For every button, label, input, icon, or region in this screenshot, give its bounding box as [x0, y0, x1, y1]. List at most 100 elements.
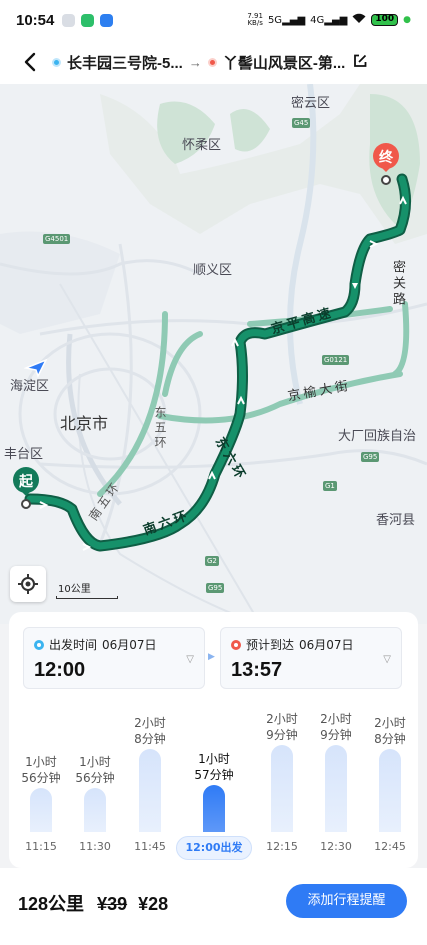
departure-slot[interactable]: 1小时 57分钟 12:00出发: [174, 751, 254, 862]
map-label-huairou: 怀柔区: [182, 138, 222, 153]
slot-duration-bar: [325, 745, 347, 832]
map-scale-bar: [56, 596, 118, 599]
map-label-shunyi: 顺义区: [193, 263, 233, 278]
depart-label: 出发时间: [49, 638, 98, 652]
end-marker[interactable]: 终: [371, 142, 401, 188]
destination-name: 丫髻山风景区-第...: [222, 54, 346, 72]
status-time: 10:54: [16, 11, 55, 29]
slot-duration-minutes: 56分钟: [21, 771, 61, 786]
slot-duration-hours: 2小时: [374, 715, 406, 730]
slot-time: 12:00出发: [174, 832, 254, 862]
slot-time: 12:15: [266, 840, 298, 853]
arrive-time: 13:57: [231, 659, 283, 681]
arrow-right-icon: ▶: [208, 652, 215, 662]
slot-duration-minutes: 9分钟: [320, 728, 352, 743]
arrive-dot-icon: [231, 639, 241, 650]
slot-duration-bar: [139, 748, 161, 832]
arrive-label-row: 预计到达 06月07日: [231, 636, 391, 653]
charging-icon: ●: [403, 15, 411, 25]
origin-dot-icon: [52, 57, 61, 67]
departure-slots: 1小时 56分钟 11:15 1小时 56分钟 11:30 2小时 8分钟 11:45 1小时 57…: [9, 702, 418, 923]
slot-duration-hours: 2小时: [320, 712, 352, 727]
slot-time: 11:45: [134, 840, 166, 853]
slot-duration-minutes: 56分钟: [75, 771, 115, 786]
depart-label-row: 出发时间 06月07日: [34, 636, 194, 653]
road-badge-g95-south: G95: [206, 583, 225, 593]
slot-duration-hours: 2小时: [266, 712, 298, 727]
destination-dot-icon: [207, 57, 217, 67]
network-speed: 7.91 KB/s: [247, 12, 263, 27]
app-notification-icon: [100, 13, 114, 27]
signal-5g-icon: 5G▂▄▆: [267, 14, 306, 26]
origin-name: 长丰园三号院-5...: [67, 54, 183, 72]
map-label-fengtai: 丰台区: [4, 447, 44, 462]
slot-time: 12:45: [374, 840, 406, 853]
depart-date: 06月07日: [102, 638, 157, 652]
edit-icon[interactable]: [353, 53, 367, 72]
departure-slot[interactable]: 1小时 56分钟 11:30: [70, 754, 120, 862]
crosshair-icon: [18, 574, 38, 594]
map-scale-label: 10公里: [58, 584, 91, 595]
road-badge-g45: G45: [292, 118, 311, 128]
add-trip-reminder-button[interactable]: 添加行程提醒: [286, 884, 407, 918]
toll-price: ¥28: [138, 894, 169, 914]
departure-slot[interactable]: 2小时 8分钟 11:45: [125, 715, 175, 862]
road-badge-g4501: G4501: [43, 234, 71, 244]
slot-duration-minutes: 9分钟: [266, 728, 298, 743]
notification-icons: [62, 13, 114, 27]
status-bar: 10:54 7.91 KB/s 5G▂▄▆ 4G▂▄▆ 100 ●: [0, 0, 427, 40]
slot-duration-bar: [379, 748, 401, 832]
arrive-label: 预计到达: [246, 638, 295, 652]
slot-duration-hours: 1小时: [198, 751, 230, 766]
depart-dot-icon: [34, 639, 44, 650]
arrow-right-icon: →: [188, 54, 202, 70]
start-marker-label: 起: [19, 474, 33, 490]
arrive-date: 06月07日: [299, 638, 354, 652]
slot-duration-hours: 1小时: [25, 755, 57, 770]
road-badge-g1: G1: [323, 481, 337, 491]
slot-time: 11:30: [79, 840, 111, 853]
original-toll-price: ¥39: [97, 894, 128, 914]
locate-button[interactable]: [10, 566, 46, 602]
time-panel: 出发时间 06月07日 12:00 ▽ ▶ 预计到达 06月07日 13:57 …: [9, 612, 418, 923]
wifi-icon: [352, 13, 366, 27]
route-title[interactable]: 长丰园三号院-5... → 丫髻山风景区-第...: [52, 52, 345, 73]
current-location-arrow-icon: [23, 358, 48, 382]
app-notification-icon: [62, 13, 76, 27]
back-button[interactable]: [14, 46, 46, 78]
route-map[interactable]: 密云区 怀柔区 顺义区 海淀区 北京市 丰台区 大厂回族自治 香河县 G45 G…: [0, 84, 427, 624]
map-label-beijing: 北京市: [60, 414, 109, 433]
slot-duration-hours: 2小时: [134, 715, 166, 730]
departure-slot[interactable]: 2小时 8分钟 12:45: [365, 715, 415, 862]
map-label-dachang: 大厂回族自治: [338, 429, 417, 444]
chevron-down-icon: ▽: [186, 654, 194, 665]
road-label-dongwuhuan: 东五环: [153, 406, 167, 451]
app-notification-icon: [81, 13, 95, 27]
depart-time: 12:00: [34, 659, 86, 681]
departure-slot[interactable]: 2小时 9分钟 12:15: [257, 711, 307, 862]
depart-time-picker[interactable]: 出发时间 06月07日 12:00 ▽: [23, 627, 205, 689]
map-canvas: [0, 84, 427, 624]
chevron-down-icon: ▽: [383, 654, 391, 665]
battery-icon: 100: [371, 14, 399, 26]
slot-duration-bar: [84, 788, 106, 832]
arrive-time-picker[interactable]: 预计到达 06月07日 13:57 ▽: [220, 627, 402, 689]
slot-duration-minutes: 8分钟: [134, 731, 166, 746]
distance: 128公里: [18, 894, 85, 914]
slot-duration-bar: [203, 784, 225, 832]
slot-duration-minutes: 57分钟: [194, 767, 234, 782]
selected-slot-pill: 12:00出发: [176, 836, 252, 860]
route-summary: 128公里 ¥39 ¥28: [18, 890, 168, 916]
road-badge-g2: G2: [205, 556, 219, 566]
end-marker-label: 终: [379, 150, 393, 166]
footer-bar: 128公里 ¥39 ¥28 添加行程提醒: [0, 868, 427, 945]
slot-time: 11:15: [25, 840, 57, 853]
slot-duration-bar: [30, 788, 52, 832]
slot-duration-hours: 1小时: [79, 755, 111, 770]
slot-duration-minutes: 8分钟: [374, 731, 406, 746]
status-right: 7.91 KB/s 5G▂▄▆ 4G▂▄▆ 100 ●: [247, 13, 411, 27]
route-header: 长丰园三号院-5... → 丫髻山风景区-第...: [0, 40, 427, 84]
departure-slot[interactable]: 2小时 9分钟 12:30: [311, 711, 361, 862]
start-marker[interactable]: 起: [11, 466, 41, 512]
departure-slot[interactable]: 1小时 56分钟 11:15: [16, 754, 66, 862]
